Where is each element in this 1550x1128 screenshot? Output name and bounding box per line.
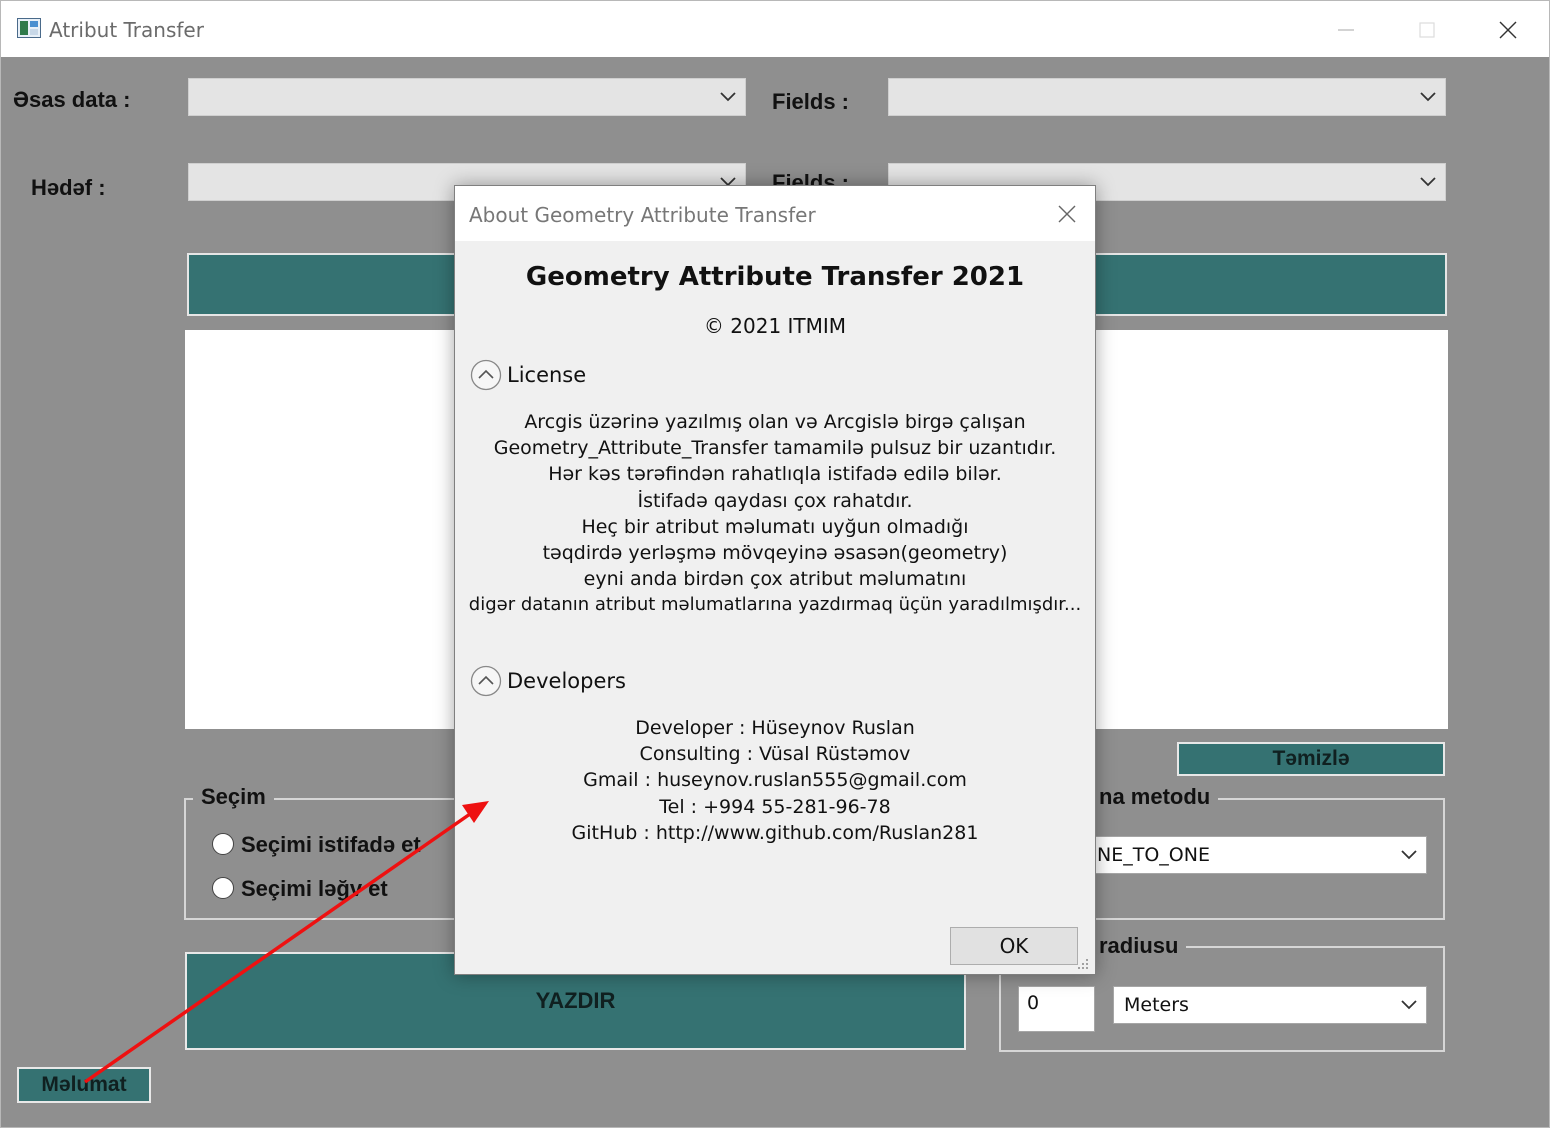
license-line: Arcgis üzərinə yazılmış olan və Arcgislə…: [524, 411, 1026, 433]
minimize-button[interactable]: [1323, 13, 1369, 47]
app-icon: [17, 18, 41, 38]
collapse-developers-icon[interactable]: [470, 665, 502, 697]
developer-line: Tel : +994 55-281-96-78: [659, 795, 891, 818]
dialog-title-bar: About Geometry Attribute Transfer: [455, 186, 1095, 241]
resize-grip-icon[interactable]: [1073, 954, 1091, 972]
title-bar: Atribut Transfer: [1, 1, 1549, 57]
cancel-selection-radio[interactable]: [212, 877, 234, 899]
license-line: eyni anda birdən çox atribut məlumatını: [583, 568, 967, 591]
target-label: Hədəf :: [31, 175, 106, 200]
license-line: Geometry_Attribute_Transfer tamamilə pul…: [493, 437, 1057, 460]
license-line: Hər kəs tərəfindən rahatlıqla istifadə e…: [548, 463, 1002, 486]
chevron-down-icon: [1420, 177, 1436, 187]
collapse-license-icon[interactable]: [470, 359, 502, 391]
close-button[interactable]: [1485, 13, 1531, 47]
license-line: İstifadə qaydası çox rahatdır.: [637, 489, 913, 512]
developer-line: Consulting : Vüsal Rüstəmov: [639, 743, 911, 766]
developers-label: Developers: [507, 669, 626, 693]
chevron-down-icon: [720, 92, 736, 102]
license-line: təqdirdə yerləşmə mövqeyinə əsasən(geome…: [542, 542, 1008, 565]
method-group-title: na metodu: [1091, 784, 1219, 810]
info-button[interactable]: Məlumat: [17, 1067, 151, 1103]
main-fields-combo[interactable]: [888, 78, 1446, 116]
clear-button[interactable]: Təmizlə: [1177, 742, 1445, 776]
developers-text: Developer : Hüseynov Ruslan Consulting :…: [455, 715, 1095, 846]
cancel-selection-label[interactable]: Seçimi ləğv et: [241, 876, 388, 902]
radius-input-value: 0: [1027, 992, 1040, 1014]
main-data-label: Əsas data :: [13, 87, 131, 112]
chevron-down-icon: [1401, 1000, 1417, 1010]
method-combo-value: NE_TO_ONE: [1097, 844, 1210, 866]
license-line: Heç bir atribut məlumatı uyğun olmadığı: [581, 515, 969, 538]
ok-button[interactable]: OK: [950, 927, 1078, 965]
radius-group-title: radiusu: [1091, 933, 1187, 959]
unit-combo[interactable]: Meters: [1113, 986, 1427, 1024]
close-icon[interactable]: [1051, 198, 1083, 230]
dialog-title: About Geometry Attribute Transfer: [469, 203, 816, 227]
method-combo[interactable]: NE_TO_ONE: [1086, 836, 1427, 874]
use-selection-label[interactable]: Seçimi istifadə et: [241, 832, 421, 858]
maximize-button[interactable]: [1404, 13, 1450, 47]
unit-combo-value: Meters: [1124, 994, 1189, 1016]
close-icon: [1499, 21, 1517, 39]
license-label: License: [507, 363, 587, 387]
radius-input[interactable]: 0: [1018, 986, 1095, 1032]
main-data-combo[interactable]: [188, 78, 746, 116]
chevron-down-icon: [1420, 92, 1436, 102]
license-text: Arcgis üzərinə yazılmış olan və Arcgislə…: [455, 409, 1095, 619]
developer-line: GitHub : http://www.github.com/Ruslan281: [571, 821, 979, 844]
developer-line: Developer : Hüseynov Ruslan: [635, 717, 915, 739]
maximize-icon: [1419, 22, 1435, 38]
selection-group-title: Seçim: [193, 784, 274, 810]
chevron-down-icon: [1401, 850, 1417, 860]
about-dialog: About Geometry Attribute Transfer Geomet…: [454, 185, 1096, 975]
fields-label-1: Fields :: [772, 89, 850, 114]
use-selection-radio[interactable]: [212, 833, 234, 855]
minimize-icon: [1338, 29, 1354, 31]
dialog-copyright: © 2021 ITMIM: [703, 314, 847, 338]
window-title: Atribut Transfer: [49, 18, 204, 42]
dialog-heading: Geometry Attribute Transfer 2021: [525, 262, 1025, 292]
license-line: digər datanın atribut məlumatlarına yazd…: [468, 594, 1082, 616]
developer-line: Gmail : huseynov.ruslan555@gmail.com: [583, 769, 967, 792]
